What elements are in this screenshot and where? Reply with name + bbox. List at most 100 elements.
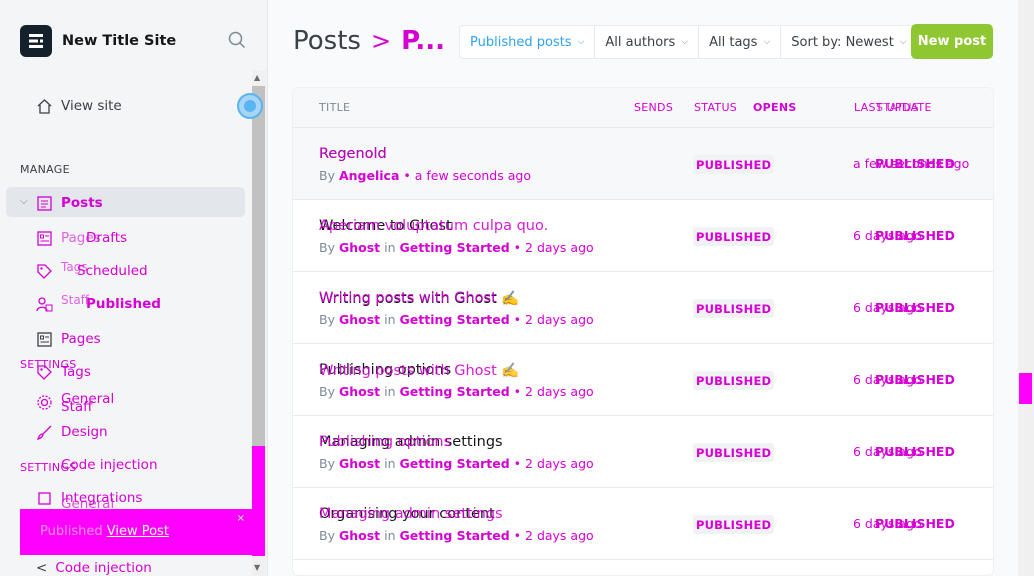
scroll-up-icon[interactable]: ▲ [254, 73, 260, 82]
post-meta: By Angelica • a few seconds ago [319, 168, 531, 183]
new-post-button[interactable]: New post [911, 24, 993, 59]
chevron-down-icon: ⌵ [899, 37, 907, 47]
posts-icon [37, 195, 52, 211]
scroll-down-icon[interactable]: ▼ [254, 563, 260, 572]
post-title[interactable]: Welcome to Ghost Aperiam voluptatum culpa… [319, 218, 548, 234]
nav-pages[interactable]: Pages [36, 329, 101, 349]
integrations-icon [38, 491, 51, 505]
sort-label: Sort by: Newest [791, 34, 894, 50]
post-last-update: 6 days ago PUBLISHED [853, 372, 955, 387]
post-title[interactable]: Writing posts with Ghost ✍️ Writing posts… [319, 290, 519, 307]
post-row[interactable]: Managing admin settings Publishing option… [293, 416, 993, 488]
code-icon: < [36, 560, 48, 576]
post-tag: Getting Started [399, 456, 510, 471]
post-title-overlay: Managing admin settings [319, 506, 503, 522]
posts-list: TITLE SENDS STATUS OPENS LAST UPDATE STA… [292, 87, 994, 576]
nav-code-injection-2[interactable]: < Code injection [36, 558, 152, 576]
main-scroll-thumb[interactable] [1019, 373, 1032, 404]
toast-text: Published [40, 524, 103, 539]
tag-icon [37, 364, 52, 380]
post-row[interactable]: Regenold Regenold By Angelica • a few seco… [293, 128, 993, 200]
post-row[interactable]: Welcome to Ghost Aperiam voluptatum culpa… [293, 200, 993, 272]
chevron-down-icon[interactable]: ⌵ [20, 196, 28, 207]
home-icon [37, 98, 52, 114]
author-filter-dropdown[interactable]: All authors ⌵ [595, 26, 700, 58]
staff-icon [36, 296, 53, 311]
post-tag: Getting Started [399, 384, 510, 399]
nav-pages-label: Pages [61, 331, 101, 347]
sort-dropdown[interactable]: Sort by: Newest ⌵ [781, 26, 916, 58]
post-tag-prefix: in [384, 528, 396, 543]
status-badge: PUBLISHED [693, 443, 775, 462]
close-icon[interactable]: × [237, 513, 245, 524]
post-by: By [319, 456, 335, 471]
published-toast: Published View Post × [20, 509, 252, 555]
author-filter-label: All authors [605, 34, 676, 50]
nav-code-injection-label: Code injection [61, 457, 158, 473]
nav-integrations[interactable]: Integrations General [36, 488, 142, 512]
view-post-link[interactable]: View Post [107, 524, 169, 539]
col-sends: SENDS [634, 101, 674, 114]
breadcrumb-separator-icon: > [370, 27, 392, 55]
breadcrumb: Posts > P... [293, 26, 445, 56]
status-badge: PUBLISHED [693, 299, 775, 318]
post-row[interactable]: Organising your content Managing admin se… [293, 488, 993, 560]
nav-drafts[interactable]: Pages Drafts [36, 228, 127, 248]
nav-design[interactable]: Design [36, 422, 108, 442]
nav-code-injection[interactable]: Code injection [36, 455, 158, 475]
nav-tags[interactable]: Tags [36, 362, 91, 382]
post-date-overlay: PUBLISHED [875, 228, 955, 243]
site-header[interactable]: New Title Site [20, 25, 176, 57]
post-title-overlay: Aperiam voluptatum culpa quo. [319, 218, 549, 234]
post-title-overlay: Publishing options [319, 434, 452, 450]
nav-tags-label: Tags [61, 364, 91, 380]
nav-published-label: Published [86, 296, 161, 312]
post-by: By [319, 528, 335, 543]
post-title[interactable]: Organising your content Managing admin se… [319, 506, 503, 522]
sidebar-scroll-thumb[interactable] [252, 86, 265, 446]
sidebar: New Title Site View site MANAGE ⌵ Posts … [0, 0, 268, 576]
filter-bar: Published posts ⌵ All authors ⌵ All tags ⌵ … [459, 25, 918, 59]
post-time: 2 days ago [525, 528, 594, 543]
breadcrumb-root[interactable]: Posts [293, 26, 361, 56]
status-badge: PUBLISHED [693, 371, 775, 390]
post-meta: By Ghost in Getting Started • 2 days ago [319, 384, 594, 399]
nav-scheduled[interactable]: Tags Scheduled [36, 260, 148, 281]
nav-published-label-wrap: Staff Published [61, 293, 161, 312]
post-title-overlay: Regenold [319, 146, 387, 162]
nav-staff-ghost: Staff [61, 293, 89, 307]
post-title[interactable]: Managing admin settings Publishing option… [319, 434, 503, 450]
post-date-overlay: PUBLISHED [875, 300, 955, 315]
post-row[interactable]: Writing posts with Ghost ✍️ Writing posts… [293, 272, 993, 344]
type-filter-dropdown[interactable]: Published posts ⌵ [460, 26, 596, 58]
chevron-down-icon: ⌵ [681, 37, 689, 47]
nav-view-site-label: View site [61, 98, 122, 114]
post-row[interactable]: Publishing options Writing posts with Gho… [293, 344, 993, 416]
post-last-update: 6 days ago PUBLISHED [853, 300, 955, 315]
post-title[interactable]: Regenold Regenold [319, 146, 387, 162]
site-logo-icon [20, 25, 52, 57]
tag-icon [37, 263, 52, 279]
post-title[interactable]: Publishing options Writing posts with Gho… [319, 362, 519, 379]
nav-view-site[interactable]: View site [36, 96, 122, 116]
nav-staff-label: Staff [61, 399, 93, 415]
chevron-down-icon: ⌵ [577, 37, 585, 47]
post-meta: By Ghost in Getting Started • 2 days ago [319, 312, 594, 327]
post-time: 2 days ago [525, 456, 594, 471]
manage-section-label: MANAGE [20, 163, 70, 176]
nav-pages-ghost: Pages [61, 230, 101, 246]
post-date-overlay: PUBLISHED [875, 156, 955, 171]
main-scrollbar[interactable] [1018, 0, 1034, 576]
search-icon[interactable] [228, 31, 246, 53]
nav-drafts-label-wrap: Pages Drafts [61, 230, 127, 246]
nav-published[interactable]: Staff Published [36, 293, 161, 314]
post-last-update: a few seconds ago PUBLISHED [853, 156, 969, 171]
post-date-overlay: PUBLISHED [875, 516, 955, 531]
nav-posts[interactable]: Posts [36, 193, 103, 213]
nav-staff[interactable]: General Staff [36, 391, 114, 415]
nav-design-label: Design [61, 424, 108, 440]
nav-posts-label: Posts [61, 195, 103, 211]
tag-filter-dropdown[interactable]: All tags ⌵ [699, 26, 782, 58]
gear-icon [37, 394, 52, 410]
col-status: STATUS [694, 101, 738, 114]
